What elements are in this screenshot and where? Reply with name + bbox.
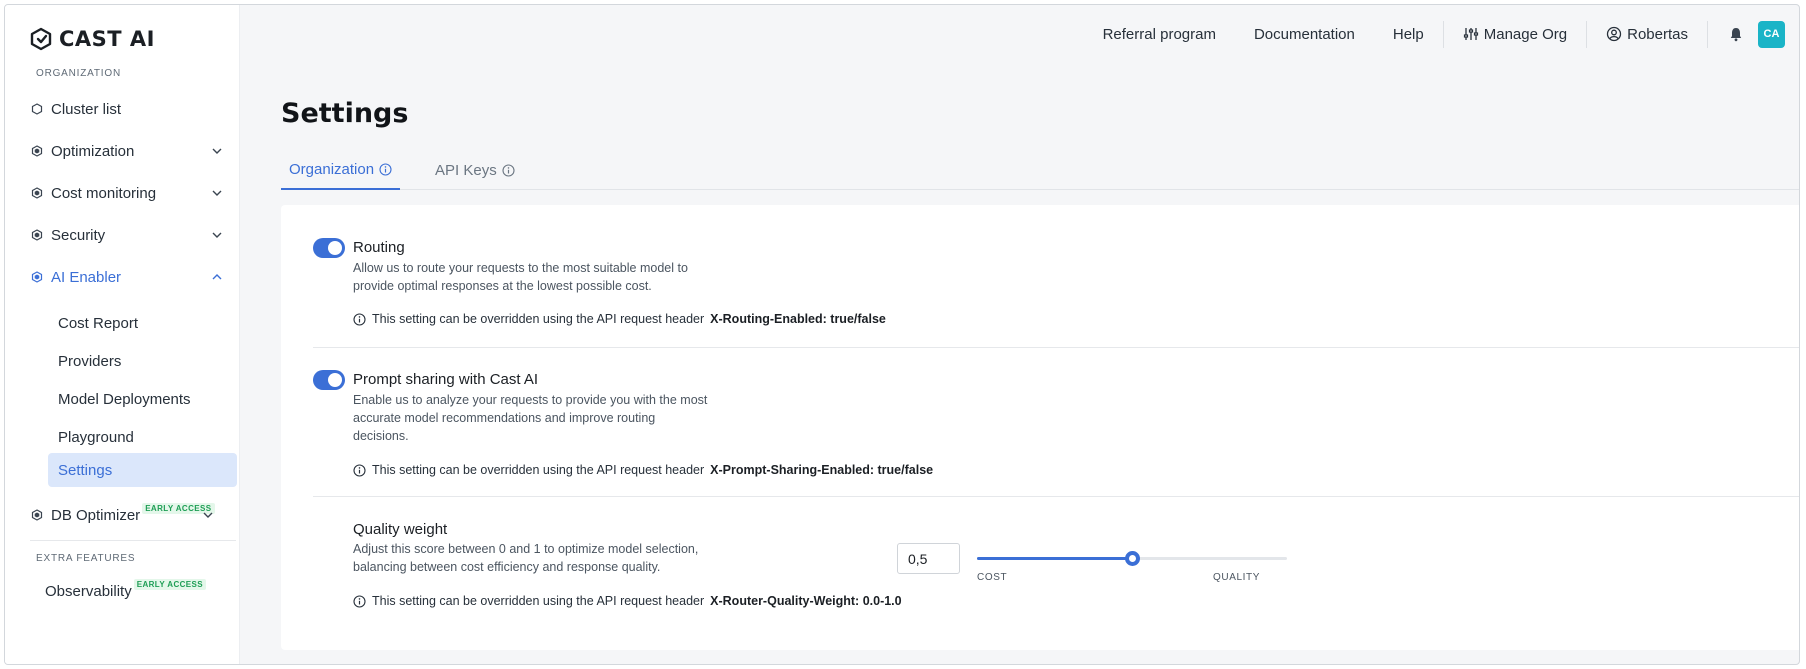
chevron-down-icon bbox=[203, 512, 213, 518]
settings-card: Routing Allow us to route your requests … bbox=[281, 205, 1799, 650]
prompt-sharing-description-line-1: Enable us to analyze your requests to pr… bbox=[353, 393, 708, 407]
info-icon bbox=[353, 463, 366, 477]
quality-weight-input[interactable] bbox=[897, 543, 960, 574]
main-content: Referral program Documentation Help Mana… bbox=[240, 5, 1799, 664]
info-icon bbox=[353, 594, 366, 608]
page-title: Settings bbox=[281, 98, 409, 129]
info-icon bbox=[353, 312, 366, 326]
section-divider bbox=[313, 347, 1799, 348]
sidebar-subitem-cost-report[interactable]: Cost Report bbox=[48, 306, 237, 340]
section-label-extra-features: EXTRA FEATURES bbox=[36, 553, 136, 564]
sidebar-item-cost-monitoring[interactable]: Cost monitoring bbox=[30, 178, 226, 208]
quality-weight-title: Quality weight bbox=[353, 521, 448, 538]
header-name: X-Router-Quality-Weight: 0.0-1.0 bbox=[710, 594, 902, 608]
quality-weight-slider[interactable] bbox=[977, 551, 1287, 566]
hexagon-icon bbox=[30, 103, 43, 116]
prompt-sharing-toggle[interactable] bbox=[313, 370, 345, 390]
section-label-organization: ORGANIZATION bbox=[36, 68, 121, 79]
documentation-link[interactable]: Documentation bbox=[1254, 26, 1355, 43]
chevron-down-icon bbox=[212, 190, 222, 196]
note-text: This setting can be overridden using the… bbox=[372, 312, 705, 326]
sidebar-item-label: Security bbox=[51, 226, 106, 244]
sidebar-item-label: AI Enabler bbox=[51, 268, 122, 286]
tab-label: API Keys bbox=[435, 161, 497, 179]
cast-ai-logo-icon bbox=[30, 27, 52, 51]
section-divider bbox=[313, 496, 1799, 497]
sidebar-subitem-model-deployments[interactable]: Model Deployments bbox=[48, 382, 237, 416]
routing-description-line-2: provide optimal responses at the lowest … bbox=[353, 279, 652, 293]
cube-icon bbox=[30, 187, 43, 200]
cube-icon bbox=[30, 229, 43, 242]
chevron-up-icon bbox=[212, 274, 222, 280]
tab-api-keys[interactable]: API Keys bbox=[427, 150, 523, 190]
tab-bar: Organization API Keys bbox=[281, 150, 1799, 190]
sidebar-item-label: Observability bbox=[45, 582, 132, 600]
header-name: X-Routing-Enabled: true/false bbox=[710, 312, 886, 326]
manage-org-button[interactable]: Manage Org bbox=[1463, 26, 1567, 43]
cube-icon bbox=[30, 145, 43, 158]
sidebar-item-ai-enabler[interactable]: AI Enabler bbox=[30, 262, 226, 292]
referral-program-link[interactable]: Referral program bbox=[1103, 26, 1216, 43]
sidebar-item-security[interactable]: Security bbox=[30, 220, 226, 250]
prompt-sharing-description-line-2: accurate model recommendations and impro… bbox=[353, 411, 656, 425]
user-name: Robertas bbox=[1627, 25, 1688, 43]
help-link[interactable]: Help bbox=[1393, 26, 1424, 43]
header-name: X-Prompt-Sharing-Enabled: true/false bbox=[710, 463, 934, 477]
sidebar-subitem-providers[interactable]: Providers bbox=[48, 344, 237, 378]
top-bar: Referral program Documentation Help Mana… bbox=[1084, 5, 1799, 63]
sidebar-divider bbox=[30, 540, 236, 541]
routing-toggle[interactable] bbox=[313, 238, 345, 258]
brand-logo[interactable]: CAST AI bbox=[29, 25, 155, 53]
manage-org-label: Manage Org bbox=[1483, 25, 1568, 43]
sidebar: CAST AI ORGANIZATION Cluster list Optimi… bbox=[5, 5, 240, 664]
bell-icon[interactable] bbox=[1728, 26, 1744, 42]
sidebar-item-label: DB Optimizer bbox=[51, 506, 141, 524]
sidebar-item-label: Cluster list bbox=[51, 100, 122, 118]
topbar-separator bbox=[1707, 20, 1708, 48]
note-text: This setting can be overridden using the… bbox=[372, 594, 705, 608]
chevron-down-icon bbox=[212, 148, 222, 154]
sidebar-item-label: Optimization bbox=[51, 142, 135, 160]
sidebar-item-db-optimizer[interactable]: DB Optimizer EARLY ACCESS bbox=[30, 500, 226, 530]
quality-weight-description-line-1: Adjust this score between 0 and 1 to opt… bbox=[353, 542, 699, 556]
tab-label: Organization bbox=[289, 160, 375, 178]
info-icon bbox=[502, 163, 515, 177]
sliders-icon bbox=[1463, 28, 1478, 40]
user-menu-button[interactable]: Robertas bbox=[1606, 26, 1688, 43]
brand-name: CAST AI bbox=[59, 27, 155, 51]
sidebar-item-cluster-list[interactable]: Cluster list bbox=[30, 94, 226, 124]
routing-description-line-1: Allow us to route your requests to the m… bbox=[353, 261, 688, 275]
slider-max-label: QUALITY bbox=[1213, 572, 1260, 583]
sidebar-item-label: Cost monitoring bbox=[51, 184, 157, 202]
slider-fill bbox=[977, 557, 1132, 560]
early-access-badge: EARLY ACCESS bbox=[133, 578, 207, 590]
app-window: CAST AI ORGANIZATION Cluster list Optimi… bbox=[4, 4, 1800, 665]
user-circle-icon bbox=[1606, 26, 1622, 42]
prompt-sharing-override-note: This setting can be overridden using the… bbox=[353, 463, 933, 477]
topbar-separator bbox=[1586, 20, 1588, 48]
topbar-separator bbox=[1442, 20, 1444, 48]
info-icon bbox=[379, 162, 392, 176]
slider-min-label: COST bbox=[977, 572, 1008, 583]
routing-title: Routing bbox=[353, 239, 405, 256]
chevron-down-icon bbox=[212, 232, 222, 238]
slider-thumb[interactable] bbox=[1125, 551, 1140, 566]
tab-organization[interactable]: Organization bbox=[281, 150, 401, 190]
sidebar-item-optimization[interactable]: Optimization bbox=[30, 136, 226, 166]
sidebar-subitem-playground[interactable]: Playground bbox=[48, 420, 237, 454]
quality-weight-override-note: This setting can be overridden using the… bbox=[353, 594, 902, 608]
sidebar-subitem-settings[interactable]: Settings bbox=[48, 453, 237, 487]
note-text: This setting can be overridden using the… bbox=[372, 463, 705, 477]
cube-icon bbox=[30, 271, 43, 284]
cube-icon bbox=[30, 509, 43, 522]
avatar[interactable]: CA bbox=[1758, 20, 1785, 48]
routing-override-note: This setting can be overridden using the… bbox=[353, 312, 886, 326]
prompt-sharing-description-line-3: decisions. bbox=[353, 429, 409, 443]
sidebar-item-observability[interactable]: Observability EARLY ACCESS bbox=[45, 576, 241, 606]
prompt-sharing-title: Prompt sharing with Cast AI bbox=[353, 371, 539, 388]
quality-weight-description-line-2: balancing between cost efficiency and re… bbox=[353, 560, 661, 574]
